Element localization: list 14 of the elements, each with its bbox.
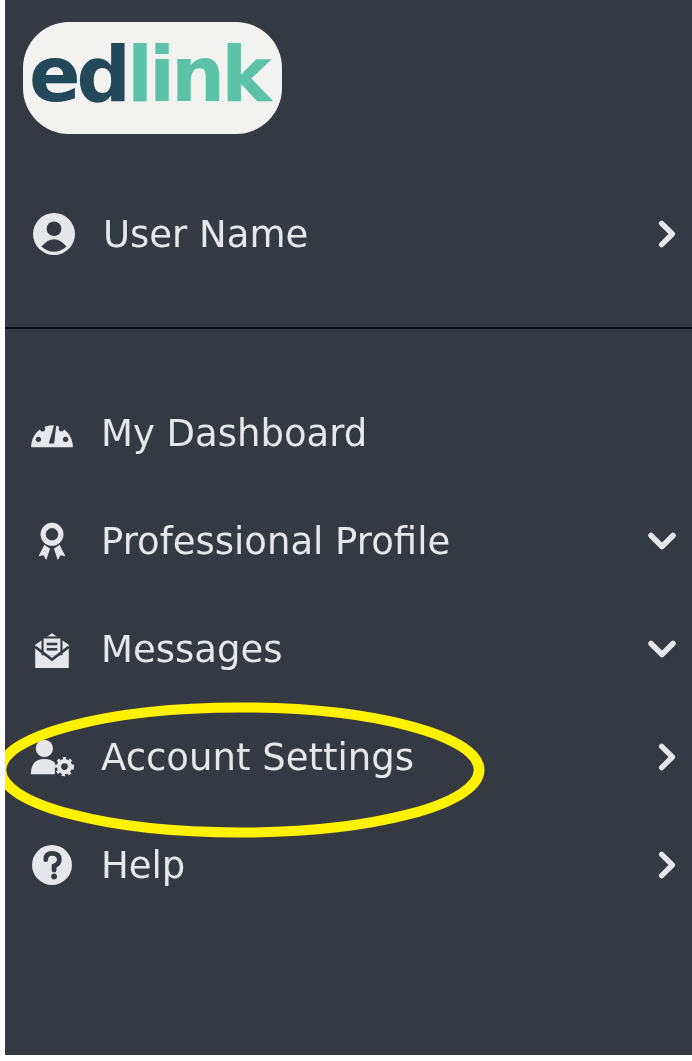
menu-item[interactable]: Help (5, 811, 692, 919)
menu-item[interactable]: Messages (5, 595, 692, 703)
menu-item[interactable]: My Dashboard (5, 379, 692, 487)
menu-item[interactable]: Account Settings (5, 703, 692, 811)
chevron-right-icon (656, 219, 678, 249)
user-avatar-icon (31, 213, 77, 255)
menu-item[interactable]: Professional Profile (5, 487, 692, 595)
user-menu-item[interactable]: User Name (5, 182, 692, 286)
logo[interactable]: edlink (23, 22, 282, 134)
chevron-down-icon (646, 530, 678, 552)
help-icon (29, 844, 75, 886)
chevron-right-icon (656, 742, 678, 772)
chevron-right-icon (656, 850, 678, 880)
chevron-down-icon (646, 638, 678, 660)
